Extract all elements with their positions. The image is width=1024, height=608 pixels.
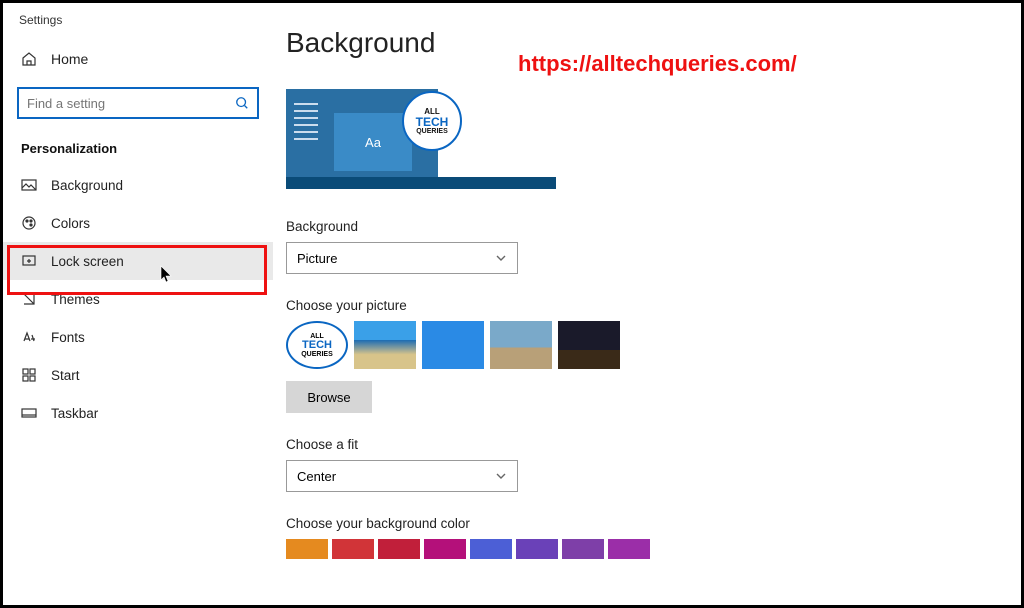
sidebar-item-label: Themes xyxy=(51,292,100,307)
fit-label: Choose a fit xyxy=(286,437,991,452)
watermark-url: https://alltechqueries.com/ xyxy=(518,51,797,77)
sidebar: Settings Home Personalization Background xyxy=(3,3,273,605)
section-label: Personalization xyxy=(3,119,273,166)
search-input-wrap[interactable] xyxy=(17,87,259,119)
choose-picture-label: Choose your picture xyxy=(286,298,991,313)
sidebar-item-background[interactable]: Background xyxy=(3,166,273,204)
sidebar-item-label: Taskbar xyxy=(51,406,98,421)
picture-thumb-4[interactable] xyxy=(490,321,552,369)
color-swatch[interactable] xyxy=(608,539,650,559)
color-swatch[interactable] xyxy=(470,539,512,559)
sidebar-item-label: Background xyxy=(51,178,123,193)
picture-thumb-2[interactable] xyxy=(354,321,416,369)
sidebar-item-label: Fonts xyxy=(51,330,85,345)
color-swatch[interactable] xyxy=(332,539,374,559)
sidebar-item-fonts[interactable]: Fonts xyxy=(3,318,273,356)
picture-thumb-3[interactable] xyxy=(422,321,484,369)
color-swatch[interactable] xyxy=(378,539,420,559)
home-button[interactable]: Home xyxy=(3,27,273,81)
desktop-preview: Aa ALL TECH QUERIES xyxy=(286,89,556,189)
sidebar-item-label: Start xyxy=(51,368,80,383)
sidebar-item-label: Colors xyxy=(51,216,90,231)
dropdown-value: Center xyxy=(297,469,336,484)
content-area: Background Aa ALL TECH QUERIES Backgroun… xyxy=(286,3,1021,605)
search-icon xyxy=(235,96,249,110)
bg-color-label: Choose your background color xyxy=(286,516,991,531)
dropdown-value: Picture xyxy=(297,251,337,266)
picture-icon xyxy=(21,177,37,193)
palette-icon xyxy=(21,215,37,231)
background-label: Background xyxy=(286,219,991,234)
color-swatch[interactable] xyxy=(286,539,328,559)
picture-thumb-5[interactable] xyxy=(558,321,620,369)
sidebar-item-colors[interactable]: Colors xyxy=(3,204,273,242)
chevron-down-icon xyxy=(495,252,507,264)
lock-screen-icon xyxy=(21,253,37,269)
color-swatch[interactable] xyxy=(562,539,604,559)
sidebar-item-lock-screen[interactable]: Lock screen xyxy=(3,242,273,280)
themes-icon xyxy=(21,291,37,307)
search-input[interactable] xyxy=(27,96,235,111)
color-swatches xyxy=(286,539,991,559)
app-title: Settings xyxy=(3,3,273,27)
picture-thumbnails: ALLTECHQUERIES xyxy=(286,321,991,369)
start-icon xyxy=(21,367,37,383)
sidebar-item-taskbar[interactable]: Taskbar xyxy=(3,394,273,432)
fonts-icon xyxy=(21,329,37,345)
picture-thumb-1[interactable]: ALLTECHQUERIES xyxy=(286,321,348,369)
sidebar-item-start[interactable]: Start xyxy=(3,356,273,394)
home-icon xyxy=(21,51,37,67)
preview-window: Aa xyxy=(334,113,412,171)
taskbar-icon xyxy=(21,405,37,421)
fit-dropdown[interactable]: Center xyxy=(286,460,518,492)
sidebar-item-themes[interactable]: Themes xyxy=(3,280,273,318)
sidebar-item-label: Lock screen xyxy=(51,254,124,269)
browse-button[interactable]: Browse xyxy=(286,381,372,413)
color-swatch[interactable] xyxy=(516,539,558,559)
color-swatch[interactable] xyxy=(424,539,466,559)
home-label: Home xyxy=(51,51,88,67)
chevron-down-icon xyxy=(495,470,507,482)
preview-wallpaper-logo: ALL TECH QUERIES xyxy=(402,91,462,151)
background-dropdown[interactable]: Picture xyxy=(286,242,518,274)
